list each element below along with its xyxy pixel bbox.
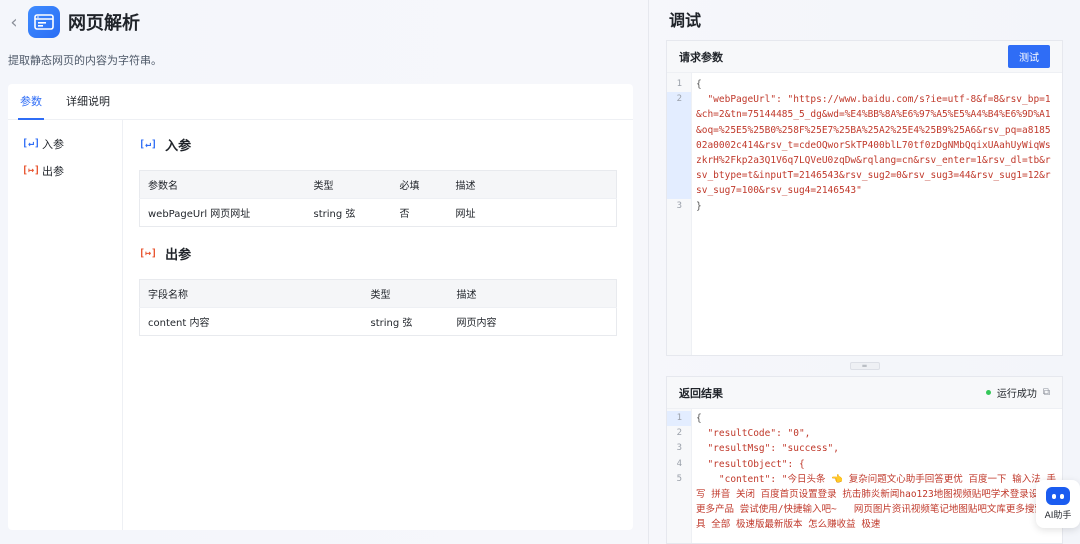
debug-title: 调试 <box>669 11 702 30</box>
left-pane: ‹ 网页解析 提取静态网页的内容为字符串。 参数 详细说明 [↵] 入参 [↦]… <box>0 0 648 544</box>
tab-bar: 参数 详细说明 <box>8 84 633 120</box>
line-number: 2 <box>676 428 682 439</box>
ai-assistant-label: AI助手 <box>1044 511 1072 521</box>
sidebar-item-label: 出参 <box>42 164 64 178</box>
line-number: 3 <box>676 200 682 211</box>
sidebar-item-output[interactable]: [↦] 出参 <box>8 157 122 184</box>
column-header: 描述 <box>448 279 617 308</box>
tab-params[interactable]: 参数 <box>18 93 44 120</box>
sidebar-item-label: 入参 <box>42 137 64 151</box>
response-code-viewer[interactable]: 1 2 3 4 5 { "resultCode": "0", "resultMs… <box>667 409 1062 543</box>
params-card: 参数 详细说明 [↵] 入参 [↦] 出参 [↵] 入参 参数名 类型 必填 描… <box>8 84 633 530</box>
copy-icon[interactable]: ⧉ <box>1043 387 1050 398</box>
line-number: 2 <box>667 92 691 108</box>
code-line: "resultCode": "0", <box>696 428 811 440</box>
table-row: webPageUrl 网页网址 string 弦 否 网址 <box>139 198 617 227</box>
request-panel: 请求参数 测试 1 2 3 { "webPageUrl": "https://w… <box>666 40 1063 356</box>
param-type-cell: string 弦 <box>305 198 392 227</box>
request-panel-header: 请求参数 测试 <box>667 41 1062 73</box>
column-header: 必填 <box>391 170 448 199</box>
line-number: 1 <box>676 79 682 89</box>
page-title: 网页解析 <box>68 13 140 34</box>
code-line: { <box>696 413 702 424</box>
line-number: 4 <box>676 458 682 469</box>
param-sidebar: [↵] 入参 [↦] 出参 <box>8 120 123 530</box>
output-section-title: [↦] 出参 <box>139 247 192 263</box>
webpage-app-icon <box>28 6 60 38</box>
field-desc-cell: 网页内容 <box>448 307 617 336</box>
response-panel: 返回结果 运行成功 ⧉ 1 2 3 4 5 { "resultCode": "0… <box>666 376 1063 544</box>
run-status: 运行成功 ⧉ <box>985 385 1050 400</box>
response-panel-header: 返回结果 运行成功 ⧉ <box>667 377 1062 409</box>
line-number-gutter: 1 2 3 <box>667 73 692 355</box>
code-line: "webPageUrl": "https://www.baidu.com/s?i… <box>696 94 1051 197</box>
input-param-icon: [↵] <box>22 138 41 149</box>
column-header: 类型 <box>362 279 449 308</box>
success-dot-icon <box>985 390 991 395</box>
line-number: 1 <box>667 411 691 427</box>
response-code: { "resultCode": "0", "resultMsg": "succe… <box>696 411 1056 533</box>
output-param-icon: [↦] <box>22 165 41 176</box>
request-panel-title: 请求参数 <box>679 50 723 64</box>
status-text: 运行成功 <box>996 389 1037 400</box>
line-number-gutter: 1 2 3 4 5 <box>667 409 692 543</box>
test-button[interactable]: 测试 <box>1008 45 1050 68</box>
input-param-icon: [↵] <box>139 138 158 150</box>
param-required-cell: 否 <box>391 198 448 227</box>
ai-assistant-button[interactable]: AI助手 <box>1036 480 1080 528</box>
column-header: 类型 <box>305 170 392 199</box>
response-panel-title: 返回结果 <box>679 386 723 400</box>
line-number: 3 <box>676 443 682 454</box>
request-code: { "webPageUrl": "https://www.baidu.com/s… <box>696 77 1056 214</box>
code-line: } <box>696 200 702 212</box>
field-type-cell: string 弦 <box>362 307 449 336</box>
page-subtitle: 提取静态网页的内容为字符串。 <box>8 54 162 67</box>
output-params-table: 字段名称 类型 描述 content 内容 string 弦 网页内容 <box>139 279 617 336</box>
column-header: 参数名 <box>139 170 306 199</box>
param-desc-cell: 网址 <box>447 198 617 227</box>
line-number: 5 <box>676 473 682 484</box>
code-line: "content": "今日头条 👈 复杂问题文心助手回答更优 百度一下 输入法… <box>696 473 1056 531</box>
input-params-table: 参数名 类型 必填 描述 webPageUrl 网页网址 string 弦 否 … <box>139 170 617 227</box>
request-code-editor[interactable]: 1 2 3 { "webPageUrl": "https://www.baidu… <box>667 73 1062 355</box>
code-line: { <box>696 79 702 90</box>
page-header: ‹ 网页解析 <box>0 0 640 44</box>
table-row: content 内容 string 弦 网页内容 <box>139 307 617 336</box>
param-main: [↵] 入参 参数名 类型 必填 描述 webPageUrl 网页网址 stri… <box>139 120 617 336</box>
code-line: "resultMsg": "success", <box>696 443 840 455</box>
debug-pane: 调试 请求参数 测试 1 2 3 { "webPageUrl": "https:… <box>648 0 1080 544</box>
chevron-left-icon[interactable]: ‹ <box>0 0 28 44</box>
code-line: "resultObject": { <box>696 458 805 470</box>
tab-details[interactable]: 详细说明 <box>66 93 110 119</box>
input-section-title: [↵] 入参 <box>139 138 192 154</box>
drag-handle-icon[interactable]: ═ <box>849 362 880 370</box>
sidebar-item-input[interactable]: [↵] 入参 <box>8 130 122 157</box>
param-name-cell: webPageUrl 网页网址 <box>139 198 306 227</box>
field-name-cell: content 内容 <box>139 307 363 336</box>
column-header: 描述 <box>447 170 617 199</box>
robot-icon <box>1046 487 1070 505</box>
output-param-icon: [↦] <box>139 247 158 259</box>
panel-resize-divider[interactable]: ═ <box>666 360 1063 372</box>
column-header: 字段名称 <box>139 279 363 308</box>
